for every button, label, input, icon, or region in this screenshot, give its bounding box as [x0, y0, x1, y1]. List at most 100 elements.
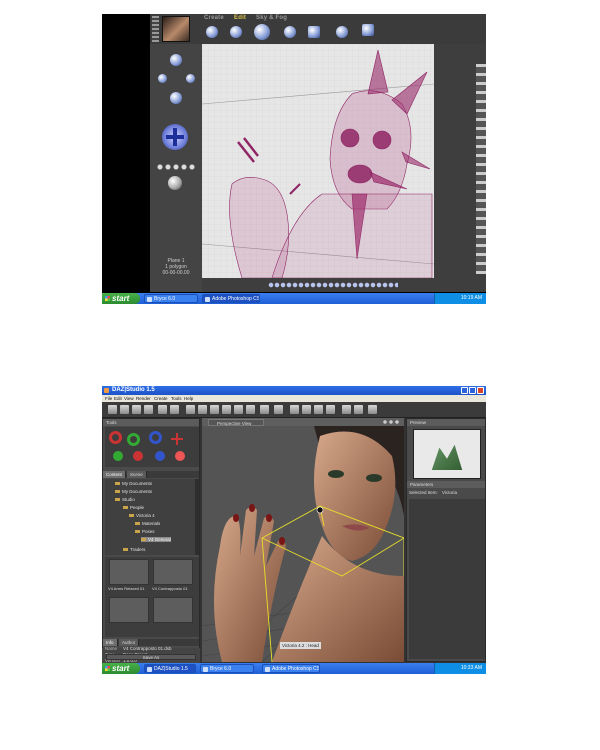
palette-edge-strip — [476, 64, 486, 274]
figure-eye — [328, 470, 344, 478]
figure-icon[interactable] — [342, 405, 351, 414]
cube-tool-icon[interactable] — [362, 24, 374, 36]
view-nav-icons[interactable] — [382, 419, 400, 425]
taskbar-item-daz[interactable]: DAZ|Studio 1.5 — [144, 664, 196, 673]
taskbar-item-photoshop[interactable]: Adobe Photoshop CS... — [262, 664, 320, 673]
rotate-ring-green-icon[interactable] — [127, 433, 140, 446]
tree-item[interactable]: My Documents — [115, 489, 152, 494]
figure-eye — [366, 474, 382, 482]
tab-content[interactable]: Content — [103, 471, 126, 478]
view-menu[interactable]: Perspective View — [208, 419, 264, 426]
daz-screenshot: DAZ|Studio 1.5 File Edit View Render Cre… — [102, 386, 486, 674]
render-icon[interactable] — [290, 405, 299, 414]
tree-scrollbar[interactable] — [195, 479, 199, 555]
dots-tool-icon[interactable] — [308, 26, 320, 38]
nano-preview-strip[interactable] — [152, 16, 159, 42]
rotate-ring-blue-icon[interactable] — [149, 431, 162, 444]
translate-icon[interactable] — [210, 405, 219, 414]
undo-icon[interactable] — [158, 405, 167, 414]
reset-icon[interactable] — [175, 451, 185, 461]
tab-info[interactable]: Info — [103, 639, 118, 646]
camera-icon[interactable] — [260, 405, 269, 414]
thumb-contrapposto[interactable] — [153, 559, 193, 585]
move-z-icon[interactable] — [155, 451, 165, 461]
tree-item[interactable]: Studio — [115, 497, 135, 502]
timeline-dots[interactable] — [268, 282, 398, 288]
thumb-arms-relaxed[interactable] — [109, 559, 149, 585]
select-icon[interactable] — [186, 405, 195, 414]
merge-icon[interactable] — [144, 405, 153, 414]
prop-icon[interactable] — [354, 405, 363, 414]
save-as-button[interactable]: Save As — [106, 654, 196, 660]
tree-item[interactable]: Materials — [135, 521, 160, 526]
globe-tool-icon[interactable] — [254, 24, 270, 40]
view-dots-icon[interactable] — [156, 162, 196, 172]
bryce-wireframe-viewport[interactable] — [201, 44, 435, 279]
tree-item[interactable]: People — [123, 505, 144, 510]
menu-file[interactable]: File — [105, 396, 112, 401]
tree-item[interactable]: Traders — [123, 547, 145, 552]
menu-create[interactable]: Create — [204, 15, 224, 21]
menu-create[interactable]: Create — [154, 396, 168, 401]
close-button[interactable] — [477, 387, 484, 394]
node-icon[interactable] — [246, 405, 255, 414]
render-settings-icon[interactable] — [302, 405, 311, 414]
point-light-icon[interactable] — [326, 405, 335, 414]
tree-item[interactable]: My Documents — [115, 481, 152, 486]
universal-icon[interactable] — [234, 405, 243, 414]
selection-label: Victoria 4.2 : Head — [280, 642, 321, 649]
open-icon[interactable] — [120, 405, 129, 414]
tab-author[interactable]: Author — [119, 639, 140, 646]
move-x-icon[interactable] — [113, 451, 123, 461]
maximize-button[interactable] — [469, 387, 476, 394]
light-icon[interactable] — [274, 405, 283, 414]
pan-control-icon[interactable] — [158, 74, 167, 83]
viewport[interactable]: Perspective View Victoria 4.2: Head — [202, 418, 404, 662]
thumb-pose[interactable] — [153, 597, 193, 623]
rotate-icon[interactable] — [198, 405, 207, 414]
taskbar-clock: 10:33 AM — [434, 663, 486, 674]
taskbar-item-photoshop[interactable]: Adobe Photoshop CS... — [202, 294, 260, 303]
new-icon[interactable] — [108, 405, 117, 414]
tree-item[interactable]: Poses — [135, 529, 155, 534]
tree-item-selected[interactable]: V4 General — [141, 537, 171, 542]
taskbar-item-bryce[interactable]: Bryce 6.0 — [144, 294, 198, 303]
menu-help[interactable]: Help — [184, 396, 193, 401]
move-cross-icon[interactable] — [162, 124, 188, 150]
save-icon[interactable] — [132, 405, 141, 414]
render-thumbnail[interactable] — [162, 16, 190, 42]
sphere-tool-icon[interactable] — [206, 26, 218, 38]
content-thumbs: V4 Arms Relaxed 01 V4 Contrapposto 01 — [105, 557, 199, 637]
trophy-icon[interactable] — [368, 405, 377, 414]
info-name: Name V4 Contrapposto 01.dsb — [105, 646, 172, 651]
menu-tools[interactable]: Tools — [171, 396, 182, 401]
menu-edit[interactable]: Edit — [114, 396, 122, 401]
axis-cross-icon[interactable] — [171, 433, 183, 445]
scale-icon[interactable] — [222, 405, 231, 414]
spot-light-icon[interactable] — [314, 405, 323, 414]
terrain-tool-icon[interactable] — [284, 26, 296, 38]
taskbar-item-bryce[interactable]: Bryce 6.0 — [200, 664, 254, 673]
move-y-icon[interactable] — [133, 451, 143, 461]
menu-edit[interactable]: Edit — [234, 15, 246, 21]
camera-trackball-icon[interactable] — [170, 54, 182, 66]
rotate-ring-red-icon[interactable] — [109, 431, 122, 444]
menu-render[interactable]: Render — [136, 396, 151, 401]
start-button[interactable]: start — [102, 663, 140, 674]
scatter-tool-icon[interactable] — [336, 26, 348, 38]
menu-view[interactable]: View — [124, 396, 134, 401]
tab-scene[interactable]: Scene — [127, 471, 147, 478]
zoom-control-icon[interactable] — [186, 74, 195, 83]
camera-dolly-icon[interactable] — [170, 92, 182, 104]
thumb-pose[interactable] — [109, 597, 149, 623]
redo-icon[interactable] — [170, 405, 179, 414]
minimize-button[interactable] — [461, 387, 468, 394]
bryce-bottom-toolbar — [202, 278, 434, 292]
selected-item-value[interactable]: Victoria — [442, 490, 457, 495]
start-button[interactable]: start — [102, 293, 140, 304]
tree-item[interactable]: Victoria 4 — [129, 513, 155, 518]
gear-tool-icon[interactable] — [230, 26, 242, 38]
menu-sky-fog[interactable]: Sky & Fog — [256, 15, 287, 21]
render-sphere-icon[interactable] — [168, 176, 182, 190]
bryce-screenshot: Create Edit Sky & Fog Plane 1 1 polygon … — [102, 14, 486, 304]
